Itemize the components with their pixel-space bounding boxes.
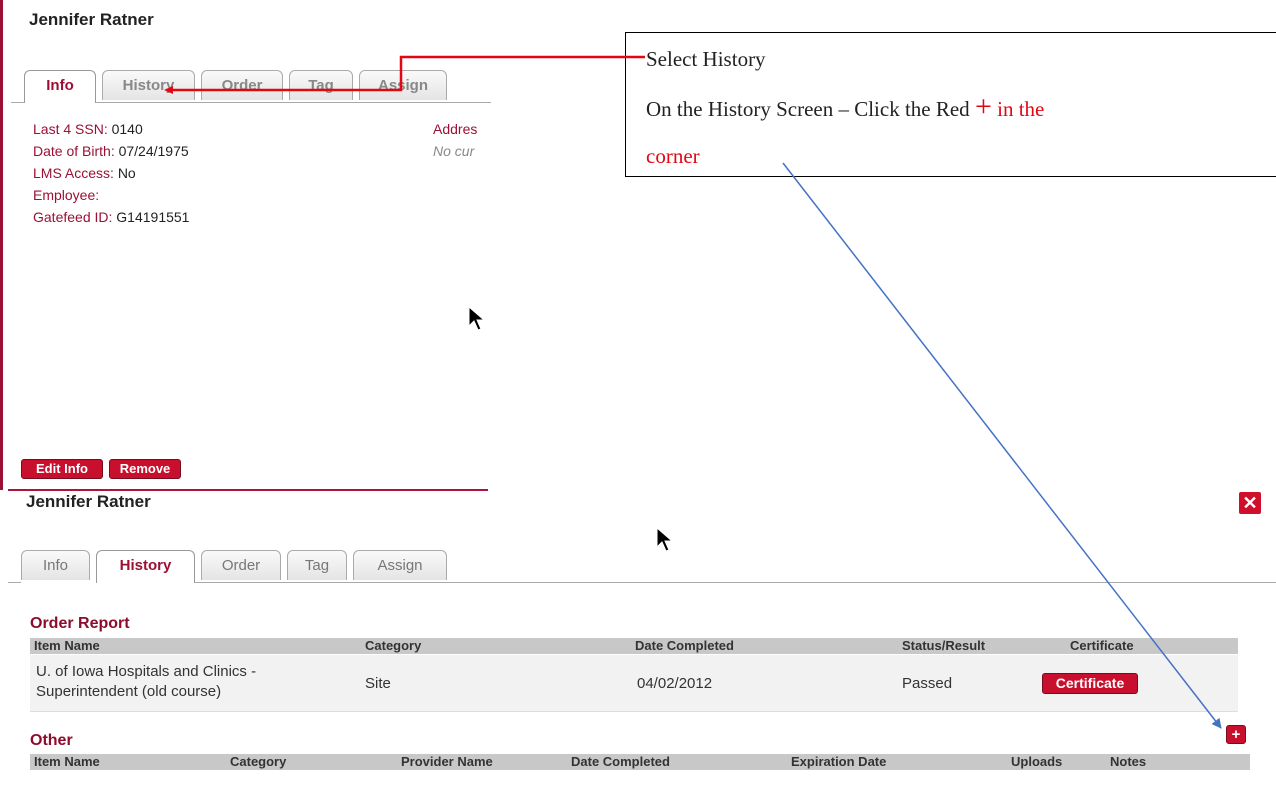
field-lms-access: LMS Access: No	[33, 165, 136, 181]
field-gatefeed-id: Gatefeed ID: G14191551	[33, 209, 190, 225]
order-report-header: Item Name Category Date Completed Status…	[30, 638, 1238, 654]
add-other-item-button[interactable]: +	[1226, 725, 1246, 744]
close-icon[interactable]: ✕	[1239, 492, 1261, 514]
field-ssn: Last 4 SSN: 0140	[33, 121, 143, 137]
row-category: Site	[365, 675, 391, 692]
info-fields: Last 4 SSN: 0140 Date of Birth: 07/24/19…	[33, 118, 423, 228]
callout-line-3: corner	[646, 144, 700, 168]
instruction-callout: Select History On the History Screen – C…	[625, 32, 1276, 177]
col-expiration-date: Expiration Date	[791, 754, 887, 769]
field-employee: Employee:	[33, 187, 100, 203]
address-value: No cur	[433, 143, 475, 159]
tab-tag[interactable]: Tag	[287, 550, 347, 580]
col-date-completed: Date Completed	[635, 638, 734, 653]
address-section: Addres No cur	[433, 118, 491, 162]
col-date-completed: Date Completed	[571, 754, 670, 769]
mouse-cursor-icon	[468, 306, 486, 331]
tab-assign[interactable]: Assign	[359, 70, 447, 100]
table-row: U. of Iowa Hospitals and Clinics - Super…	[30, 655, 1238, 712]
callout-line-2: On the History Screen – Click the Red + …	[646, 90, 1045, 123]
tab-history[interactable]: History	[96, 550, 195, 583]
panel-divider	[8, 489, 488, 491]
col-item-name: Item Name	[34, 638, 100, 653]
col-notes: Notes	[1110, 754, 1147, 769]
tab-info[interactable]: Info	[21, 550, 90, 580]
remove-button[interactable]: Remove	[109, 459, 181, 479]
tab-history[interactable]: History	[102, 70, 195, 100]
person-name: Jennifer Ratner	[29, 10, 154, 29]
row-date-completed: 04/02/2012	[637, 675, 713, 692]
tab-info[interactable]: Info	[24, 70, 96, 103]
tab-order[interactable]: Order	[201, 70, 283, 100]
row-item-name: U. of Iowa Hospitals and Clinics - Super…	[36, 663, 257, 700]
field-dob: Date of Birth: 07/24/1975	[33, 143, 189, 159]
tab-bar: Info History Order Tag Assign	[8, 550, 1276, 584]
col-category: Category	[365, 638, 422, 653]
callout-line-1: Select History	[646, 47, 766, 71]
tab-tag[interactable]: Tag	[289, 70, 353, 100]
col-provider-name: Provider Name	[401, 754, 493, 769]
top-info-panel: Jennifer Ratner Info History Order Tag A…	[0, 0, 491, 490]
col-item-name: Item Name	[34, 754, 100, 769]
edit-info-button[interactable]: Edit Info	[21, 459, 103, 479]
address-label: Addres	[433, 121, 478, 137]
tab-order[interactable]: Order	[201, 550, 281, 580]
red-plus-symbol: +	[974, 90, 992, 123]
col-uploads: Uploads	[1011, 754, 1063, 769]
col-certificate: Certificate	[1070, 638, 1134, 653]
other-title: Other	[30, 732, 73, 749]
row-status: Passed	[902, 675, 953, 692]
certificate-button[interactable]: Certificate	[1042, 673, 1138, 694]
col-status-result: Status/Result	[902, 638, 986, 653]
tab-bar: Info History Order Tag Assign	[11, 70, 491, 104]
other-header: Item Name Category Provider Name Date Co…	[30, 754, 1250, 770]
person-name: Jennifer Ratner	[26, 492, 151, 511]
order-report-title: Order Report	[30, 615, 130, 632]
tab-assign[interactable]: Assign	[353, 550, 447, 580]
col-category: Category	[230, 754, 287, 769]
